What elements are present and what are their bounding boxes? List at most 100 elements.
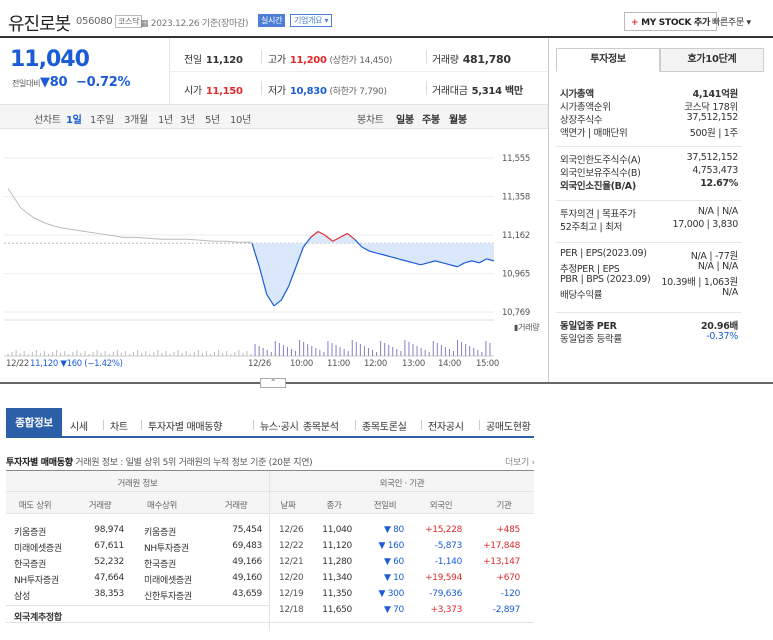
- tab-1[interactable]: 시세: [70, 418, 88, 433]
- divider: [556, 242, 742, 243]
- add-mystock-button[interactable]: + MY STOCK 추가: [624, 12, 717, 31]
- buyer-name[interactable]: 신한투자증권: [144, 589, 192, 602]
- row-institution: +17,848: [483, 541, 520, 551]
- tab-8[interactable]: 공매도현황: [486, 418, 531, 433]
- info-label: 52주최고 | 최저: [560, 222, 623, 233]
- tab-orderbook[interactable]: 호가10단계: [660, 48, 764, 72]
- lower-limit: (하한가 7,790): [329, 87, 388, 97]
- info-row: PBR | BPS (2023.09) 10.39배 | 1,063원: [560, 274, 738, 288]
- divider: [6, 470, 534, 471]
- info-row: 추정PER | EPS N/A | N/A: [560, 261, 738, 275]
- high-label: 고가: [268, 55, 286, 66]
- more-label: 더보기: [505, 458, 529, 468]
- period-tab-1d[interactable]: 1일: [66, 111, 82, 126]
- tab-6[interactable]: 종목토론실: [362, 418, 407, 433]
- row-close: 11,650: [322, 605, 352, 615]
- seller-name[interactable]: NH투자증권: [14, 573, 59, 586]
- x-tick-label: 15:00: [476, 359, 499, 369]
- row-close: 11,040: [322, 525, 352, 535]
- buyer-name[interactable]: NH투자증권: [144, 541, 189, 554]
- info-value: 37,512,152: [686, 152, 739, 163]
- row-date: 12/22: [279, 541, 304, 551]
- row-date: 12/18: [279, 605, 304, 615]
- column-header: 매수상위: [146, 501, 178, 511]
- below-area: [252, 231, 494, 306]
- seller-name[interactable]: 미래에셋증권: [14, 541, 62, 554]
- divider: [556, 200, 742, 201]
- seller-name[interactable]: 키움증권: [14, 525, 46, 538]
- amount-value: 5,314 백만: [471, 86, 523, 97]
- seller-name[interactable]: 삼성: [14, 589, 30, 602]
- prev-day-close: 11,120 ▼160 (−1.42%): [30, 359, 123, 369]
- buyer-name[interactable]: 한국증권: [144, 557, 176, 570]
- tab-3[interactable]: 투자자별 매매동향: [148, 418, 222, 433]
- period-tab-3y[interactable]: 3년: [180, 111, 195, 126]
- prev-close: 전일 11,120: [184, 51, 243, 66]
- info-value: -0.37%: [706, 331, 738, 342]
- sell-volume: 38,353: [94, 589, 124, 599]
- y-tick-label: 11,162: [502, 231, 530, 241]
- candle-tab-day[interactable]: 일봉: [396, 111, 414, 126]
- tab-5[interactable]: 종목분석: [303, 418, 339, 433]
- change-value: ▼80: [40, 75, 68, 90]
- quick-order-link[interactable]: 빠른주문 ▾: [712, 15, 751, 28]
- y-tick-label: 10,769: [502, 308, 530, 318]
- buyer-name[interactable]: 키움증권: [144, 525, 176, 538]
- divider: [6, 605, 269, 606]
- tab-invest-info[interactable]: 투자정보: [556, 48, 660, 72]
- divider: [261, 50, 262, 64]
- open-label: 시가: [184, 86, 202, 97]
- info-row: 외국인소진율(B/A) 12.67%: [560, 178, 738, 192]
- divider: [479, 420, 480, 430]
- info-row: 시가총액순위 코스닥 178위: [560, 99, 738, 113]
- candle-tab-month[interactable]: 월봉: [449, 111, 467, 126]
- seller-name[interactable]: 한국증권: [14, 557, 46, 570]
- row-close: 11,120: [322, 541, 352, 551]
- low-label: 저가: [268, 86, 286, 97]
- period-tab-1y[interactable]: 1년: [158, 111, 173, 126]
- y-tick-label: 10,965: [502, 270, 530, 280]
- realtime-button[interactable]: 실시간: [258, 14, 286, 27]
- candle-tab-week[interactable]: 주봉: [422, 111, 440, 126]
- divider: [355, 420, 356, 430]
- prev-close-label: 전일: [184, 55, 202, 66]
- company-overview-label: 기업개요: [294, 16, 323, 25]
- buy-volume: 43,659: [232, 589, 262, 599]
- volume-value: 481,780: [462, 53, 511, 66]
- row-foreign: +15,228: [425, 525, 462, 535]
- info-value: 4,141억원: [692, 89, 739, 100]
- period-tab-3m[interactable]: 3개월: [124, 111, 148, 126]
- buyer-name[interactable]: 미래에셋증권: [144, 573, 192, 586]
- period-tab-1w[interactable]: 1주일: [90, 111, 114, 126]
- column-header: 거래량: [88, 501, 112, 511]
- tab-2[interactable]: 차트: [110, 418, 128, 433]
- more-link[interactable]: 더보기 ›: [505, 455, 535, 468]
- column-header: 기관: [496, 501, 512, 511]
- period-tab-5y[interactable]: 5년: [205, 111, 220, 126]
- change-percent: −0.72%: [76, 75, 131, 90]
- buy-volume: 69,483: [232, 541, 262, 551]
- row-foreign: -79,636: [429, 589, 462, 599]
- divider: [296, 420, 297, 430]
- tab-4[interactable]: 뉴스·공시: [260, 418, 299, 433]
- tab-7[interactable]: 전자공시: [428, 418, 464, 433]
- tab-summary[interactable]: 종합정보: [6, 408, 62, 438]
- collapse-toggle[interactable]: ⌃: [260, 378, 286, 388]
- company-overview-button[interactable]: 기업개요 ▾: [290, 14, 333, 27]
- divider: [103, 420, 104, 430]
- period-tab-10y[interactable]: 10년: [230, 111, 251, 126]
- info-label: 외국인소진율(B/A): [560, 181, 636, 192]
- info-value: N/A | N/A: [697, 261, 738, 272]
- row-institution: -120: [500, 589, 521, 599]
- info-label: 액면가 | 매매단위: [560, 128, 628, 139]
- calendar-icon: ▦: [140, 19, 151, 29]
- info-row: 외국인한도주식수(A) 37,512,152: [560, 152, 738, 166]
- divider: [253, 420, 254, 430]
- row-date: 12/19: [279, 589, 304, 599]
- open-price: 시가 11,150: [184, 82, 243, 97]
- divider: [141, 420, 142, 430]
- volume-label: ▮거래량: [514, 322, 540, 332]
- row-close: 11,350: [322, 589, 352, 599]
- info-row: 동일업종 PER 20.96배: [560, 318, 738, 332]
- info-row: 시가총액 4,141억원: [560, 86, 738, 100]
